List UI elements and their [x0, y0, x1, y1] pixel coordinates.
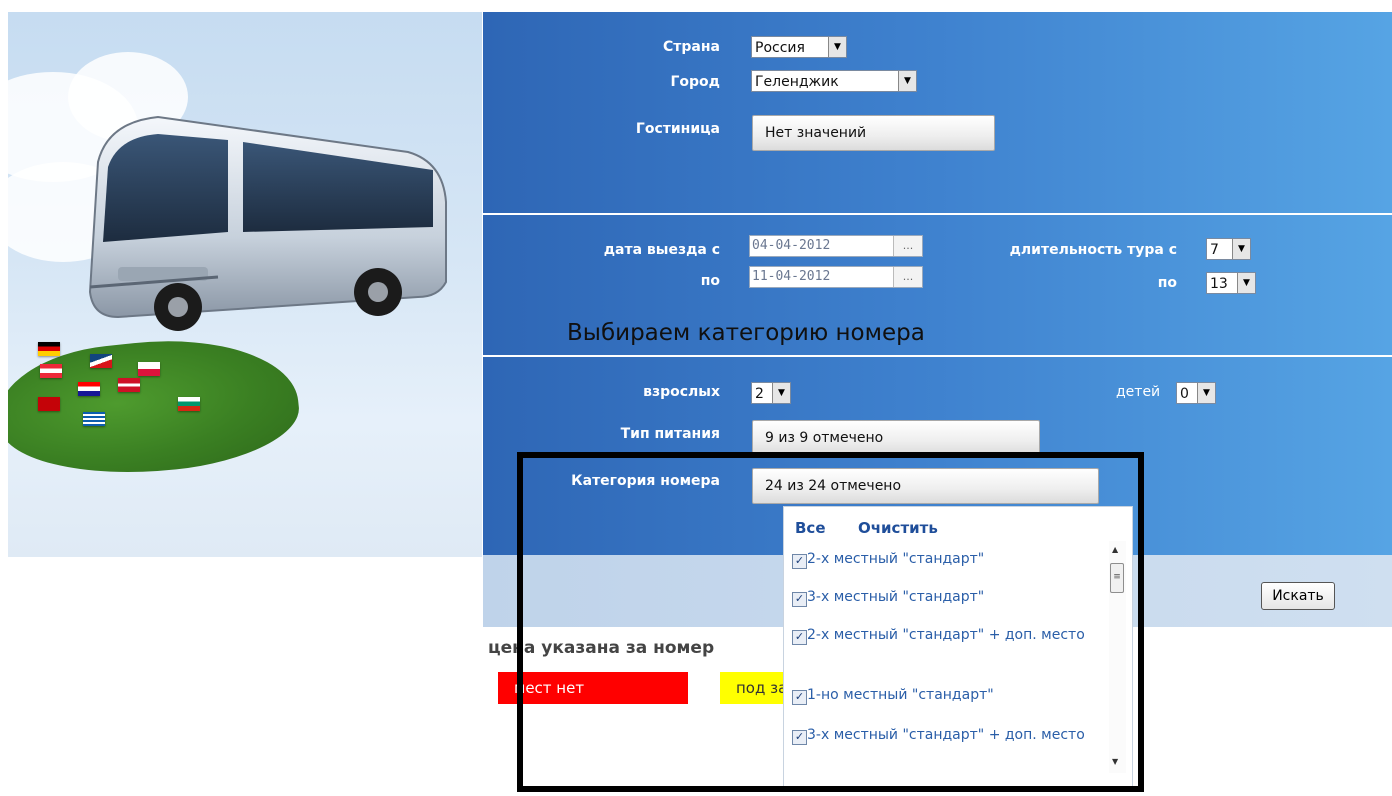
hero-illustration [8, 12, 482, 557]
room-category-label: Категория номера [571, 473, 720, 489]
room-option-label: 3-х местный "стандарт" + доп. место [807, 727, 1085, 743]
departure-from-value: 04-04-2012 [752, 238, 831, 253]
list-scrollbar[interactable]: ▲ ≡ ▼ [1109, 541, 1126, 773]
room-category-list: Все Очистить ✓ 2-х местный "стандарт" ✓ 3-… [783, 506, 1133, 788]
country-label: Страна [663, 39, 720, 55]
legend-no-places: мест нет [498, 672, 688, 704]
duration-to-select[interactable]: 13 ▼ [1206, 272, 1256, 294]
country-value: Россия [755, 40, 805, 56]
children-value: 0 [1180, 386, 1189, 402]
checkbox-checked-icon[interactable]: ✓ [792, 554, 807, 569]
scroll-thumb[interactable]: ≡ [1110, 563, 1124, 593]
departure-to-field[interactable]: 11-04-2012 ... [749, 266, 923, 288]
children-label: детей [1116, 384, 1161, 400]
departure-from-label: дата выезда с [603, 242, 720, 258]
children-select[interactable]: 0 ▼ [1176, 382, 1216, 404]
flag-icon [78, 382, 100, 396]
city-value: Геленджик [755, 74, 839, 90]
duration-from-value: 7 [1210, 242, 1219, 258]
room-option-label: 3-х местный "стандарт" [807, 589, 985, 605]
legend-on-request: под запрос [720, 672, 790, 704]
flag-icon [90, 354, 112, 368]
departure-from-field[interactable]: 04-04-2012 ... [749, 235, 923, 257]
duration-from-label: длительность тура с [1009, 242, 1177, 258]
duration-to-label: по [1157, 275, 1177, 291]
calendar-picker-button[interactable]: ... [893, 267, 922, 287]
room-option-label: 2-х местный "стандарт" [807, 551, 985, 567]
room-category-dropdown[interactable]: 24 из 24 отмечено [752, 468, 1099, 504]
checkbox-checked-icon[interactable]: ✓ [792, 690, 807, 705]
adults-label: взрослых [643, 384, 720, 400]
room-option-label: 2-х местный "стандарт" + доп. место [807, 627, 1085, 643]
clear-link[interactable]: Очистить [858, 519, 938, 537]
scroll-down-icon[interactable]: ▼ [1112, 757, 1118, 766]
chevron-down-icon: ▼ [898, 71, 916, 91]
departure-to-value: 11-04-2012 [752, 269, 831, 284]
adults-select[interactable]: 2 ▼ [751, 382, 791, 404]
chevron-down-icon: ▼ [1237, 273, 1255, 293]
price-note: цена указана за номер [488, 638, 715, 658]
room-option-label: 1-но местный "стандарт" [807, 687, 994, 703]
city-select[interactable]: Геленджик ▼ [751, 70, 917, 92]
room-option[interactable]: ✓ 2-х местный "стандарт" [792, 549, 1097, 570]
country-select[interactable]: Россия ▼ [751, 36, 847, 58]
checkbox-checked-icon[interactable]: ✓ [792, 630, 807, 645]
meal-type-dropdown[interactable]: 9 из 9 отмечено [752, 420, 1040, 456]
flag-icon [38, 397, 60, 411]
hotel-label: Гостиница [635, 121, 720, 137]
meal-type-label: Тип питания [620, 426, 720, 442]
hotel-dropdown[interactable]: Нет значений [752, 115, 995, 151]
chevron-down-icon: ▼ [828, 37, 846, 57]
flag-icon [138, 362, 160, 376]
room-option[interactable]: ✓ 1-но местный "стандарт" [792, 685, 1097, 706]
scroll-up-icon[interactable]: ▲ [1112, 545, 1118, 554]
duration-to-value: 13 [1210, 276, 1228, 292]
annotation-heading: Выбираем категорию номера [567, 320, 925, 346]
flag-icon [178, 397, 200, 411]
flag-icon [83, 412, 105, 426]
bus-image [88, 115, 447, 331]
chevron-down-icon: ▼ [1197, 383, 1215, 403]
calendar-picker-button[interactable]: ... [893, 236, 922, 256]
chevron-down-icon: ▼ [1232, 239, 1250, 259]
city-label: Город [670, 74, 721, 90]
search-button[interactable]: Искать [1261, 582, 1335, 610]
flag-icon [118, 378, 140, 392]
room-option[interactable]: ✓ 3-х местный "стандарт" [792, 587, 1097, 608]
room-option[interactable]: ✓ 3-х местный "стандарт" + доп. место [792, 725, 1097, 746]
select-all-link[interactable]: Все [795, 519, 826, 537]
departure-to-label: по [700, 273, 720, 289]
chevron-down-icon: ▼ [772, 383, 790, 403]
flag-icon [40, 364, 62, 378]
adults-value: 2 [755, 386, 764, 402]
duration-from-select[interactable]: 7 ▼ [1206, 238, 1251, 260]
flag-icon [38, 342, 60, 356]
checkbox-checked-icon[interactable]: ✓ [792, 592, 807, 607]
room-option[interactable]: ✓ 2-х местный "стандарт" + доп. место [792, 625, 1097, 646]
checkbox-checked-icon[interactable]: ✓ [792, 730, 807, 745]
